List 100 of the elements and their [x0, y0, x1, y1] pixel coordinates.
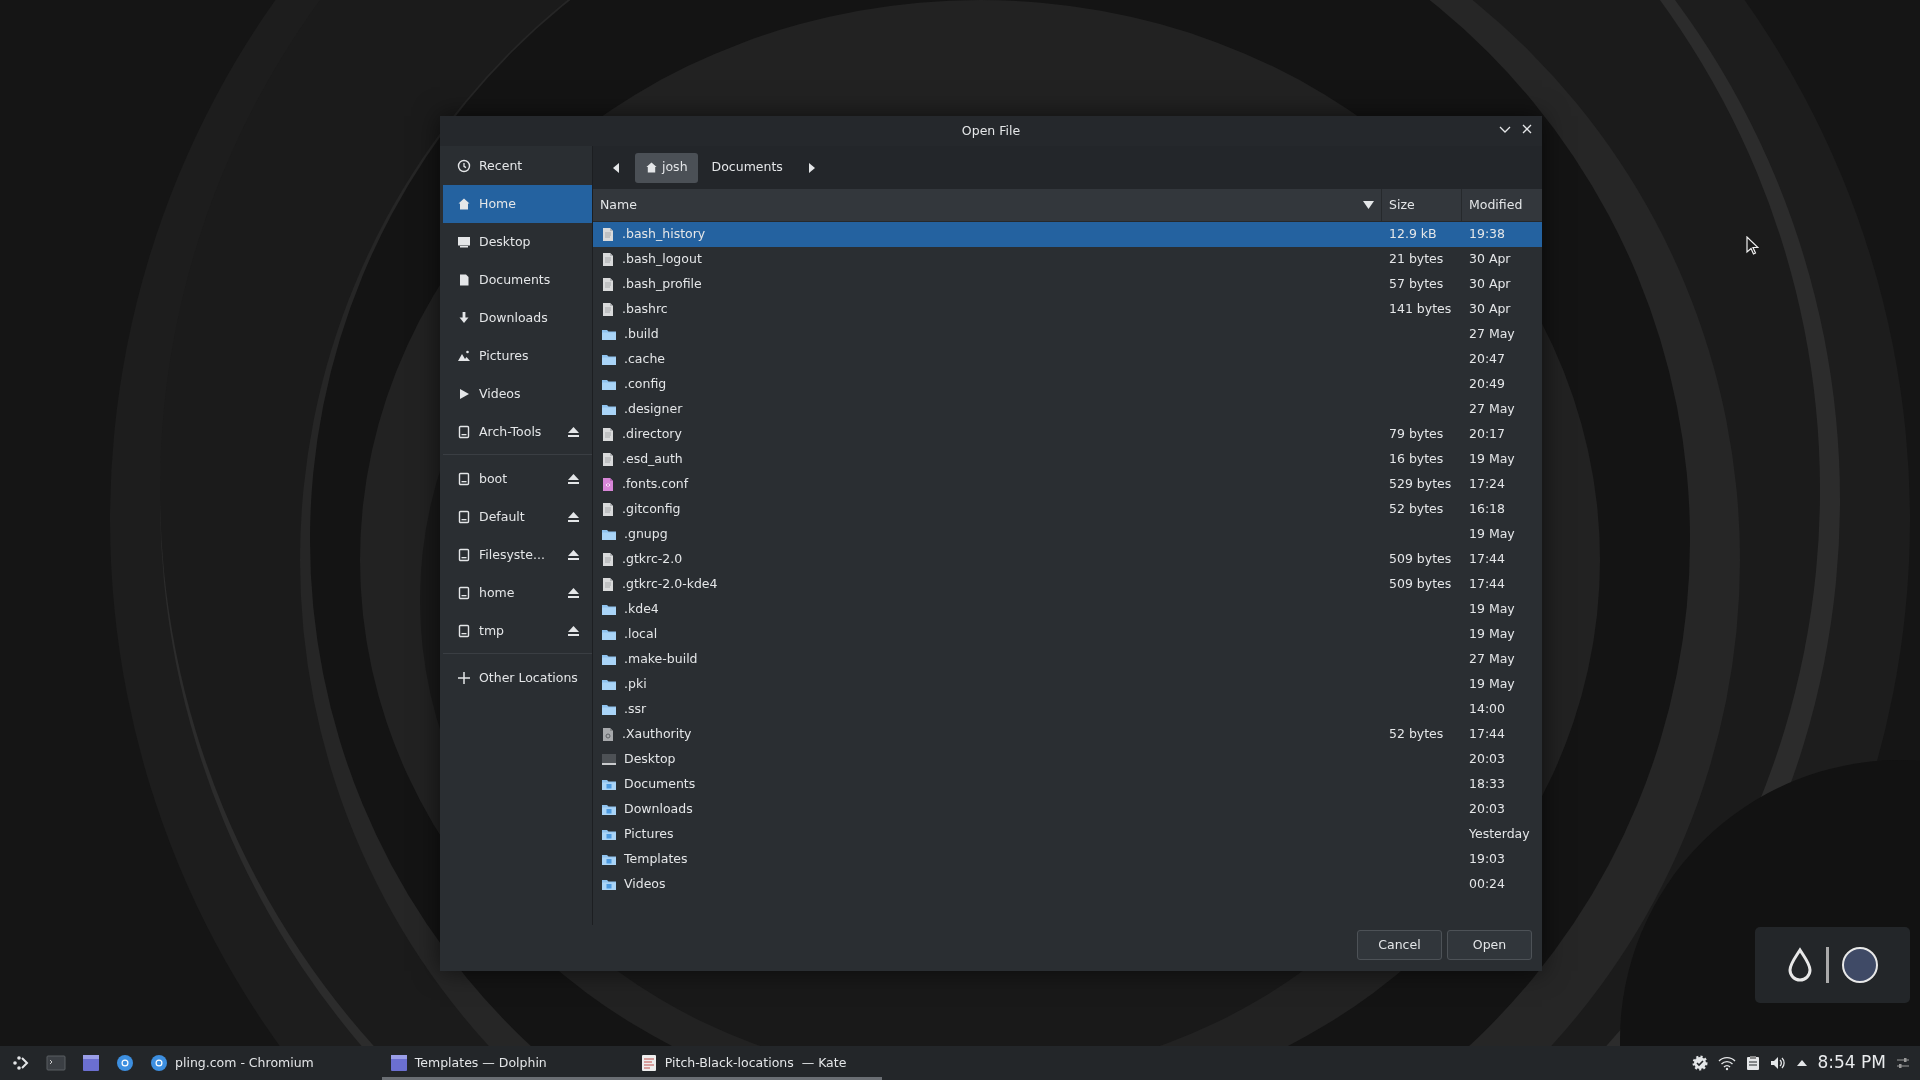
sidebar-item[interactable]: home [443, 574, 592, 612]
launcher-icon[interactable] [12, 1054, 30, 1072]
close-button[interactable] [1520, 122, 1534, 136]
file-row[interactable]: Downloads 20:03 [593, 797, 1542, 822]
document-icon [601, 552, 615, 567]
file-row[interactable]: .ssr 14:00 [593, 697, 1542, 722]
file-size: 12.9 kB [1389, 225, 1437, 244]
sidebar-item[interactable]: Filesyste... [443, 536, 592, 574]
file-row[interactable]: Documents 18:33 [593, 772, 1542, 797]
sidebar-item[interactable]: Downloads [443, 299, 592, 337]
drive-icon [457, 624, 471, 638]
column-header[interactable]: Name [593, 189, 1382, 221]
window-title: Open File [961, 121, 1021, 140]
file-row[interactable]: .config 20:49 [593, 372, 1542, 397]
file-row[interactable]: .local 19 May [593, 622, 1542, 647]
file-row[interactable]: .make-build 27 May [593, 647, 1542, 672]
mountain-icon [457, 349, 471, 363]
clipboard-icon[interactable] [1745, 1055, 1760, 1071]
speaker-icon[interactable] [1769, 1055, 1786, 1071]
taskbar-task[interactable]: Pitch-Black-locations — Kate [631, 1046, 882, 1080]
globe-icon [150, 1054, 168, 1072]
column-header[interactable]: Size [1382, 189, 1462, 221]
sidebar-item[interactable]: Videos [443, 375, 592, 413]
file-row[interactable]: Desktop 20:03 [593, 747, 1542, 772]
eject-icon[interactable] [567, 473, 580, 485]
wifi-icon[interactable] [1717, 1055, 1736, 1071]
expand-arrow-icon[interactable] [1795, 1058, 1808, 1068]
file-row[interactable]: .gitconfig 52 bytes 16:18 [593, 497, 1542, 522]
sidebar-item[interactable]: Arch-Tools [443, 413, 592, 451]
file-row[interactable]: .gtkrc-2.0 509 bytes 17:44 [593, 547, 1542, 572]
sidebar-item[interactable]: tmp [443, 612, 592, 650]
file-name: .designer [624, 400, 683, 419]
folder-icon [601, 377, 617, 392]
sidebar-item[interactable]: Default [443, 498, 592, 536]
modified-date: 17:44 [1469, 575, 1506, 594]
file-name: .make-build [624, 650, 698, 669]
file-row[interactable]: Templates 19:03 [593, 847, 1542, 872]
modified-date: 27 May [1469, 400, 1515, 419]
path-segment[interactable]: josh [635, 152, 698, 183]
file-name: .bashrc [622, 300, 668, 319]
column-header[interactable]: Modified [1462, 189, 1542, 221]
file-row[interactable]: .build 27 May [593, 322, 1542, 347]
path-segment[interactable]: Documents [701, 152, 793, 183]
file-row[interactable]: .gnupg 19 May [593, 522, 1542, 547]
eject-icon[interactable] [567, 549, 580, 561]
taskbar-task[interactable]: Templates — Dolphin [381, 1046, 632, 1080]
taskbar-task[interactable]: pling.com - Chromium [142, 1046, 322, 1080]
sidebar-item[interactable]: Pictures [443, 337, 592, 375]
eject-icon[interactable] [567, 426, 580, 438]
color-swatch-icon[interactable] [1841, 946, 1879, 984]
sidebar-item[interactable]: Home [443, 185, 592, 223]
file-row[interactable]: .fonts.conf 529 bytes 17:24 [593, 472, 1542, 497]
file-row[interactable]: .pki 19 May [593, 672, 1542, 697]
file-size: 79 bytes [1389, 425, 1444, 444]
file-name: .cache [624, 350, 665, 369]
sidebar-item[interactable]: Other Locations [443, 659, 592, 697]
eject-icon[interactable] [567, 511, 580, 523]
file-row[interactable]: .bashrc 141 bytes 30 Apr [593, 297, 1542, 322]
file-row[interactable]: .cache 20:47 [593, 347, 1542, 372]
file-row[interactable]: .bash_history 12.9 kB 19:38 [593, 222, 1542, 247]
folder-icon [601, 402, 617, 417]
file-name: Desktop [624, 750, 676, 769]
file-name: Templates [624, 850, 688, 869]
file-row[interactable]: .directory 79 bytes 20:17 [593, 422, 1542, 447]
sidebar-item[interactable]: Desktop [443, 223, 592, 261]
cancel-button[interactable]: Cancel [1357, 930, 1442, 960]
file-row[interactable]: .kde4 19 May [593, 597, 1542, 622]
window-icon [389, 1054, 408, 1072]
file-size: 509 bytes [1389, 550, 1452, 569]
folder-icon [601, 652, 617, 667]
droplet-icon[interactable] [1786, 947, 1814, 983]
file-row[interactable]: Videos 00:24 [593, 872, 1542, 897]
gear-icon[interactable] [1691, 1055, 1708, 1071]
window-icon[interactable] [82, 1054, 100, 1072]
modified-date: 20:03 [1469, 750, 1506, 769]
sidebar-item[interactable]: Documents [443, 261, 592, 299]
globe-icon[interactable] [116, 1054, 134, 1072]
file-row[interactable]: .Xauthority 52 bytes 17:44 [593, 722, 1542, 747]
file-row[interactable]: .esd_auth 16 bytes 19 May [593, 447, 1542, 472]
document-icon [457, 273, 471, 287]
open-button[interactable]: Open [1447, 930, 1532, 960]
sidebar-item[interactable]: boot [443, 460, 592, 498]
modified-date: 18:33 [1469, 775, 1506, 794]
drive-icon [457, 548, 471, 562]
eject-icon[interactable] [567, 625, 580, 637]
file-name: .pki [624, 675, 647, 694]
sidebar-item[interactable]: Recent [443, 147, 592, 185]
modified-date: 19 May [1469, 525, 1515, 544]
file-row[interactable]: .gtkrc-2.0-kde4 509 bytes 17:44 [593, 572, 1542, 597]
modified-date: 17:44 [1469, 725, 1506, 744]
file-row[interactable]: .bash_logout 21 bytes 30 Apr [593, 247, 1542, 272]
document-icon [601, 727, 615, 742]
modified-date: Yesterday [1469, 825, 1530, 844]
sliders-icon[interactable] [1896, 1056, 1910, 1070]
file-row[interactable]: .bash_profile 57 bytes 30 Apr [593, 272, 1542, 297]
file-row[interactable]: .designer 27 May [593, 397, 1542, 422]
modified-date: 17:24 [1469, 475, 1506, 494]
file-row[interactable]: Pictures Yesterday [593, 822, 1542, 847]
eject-icon[interactable] [567, 587, 580, 599]
folder-icon [601, 702, 617, 717]
